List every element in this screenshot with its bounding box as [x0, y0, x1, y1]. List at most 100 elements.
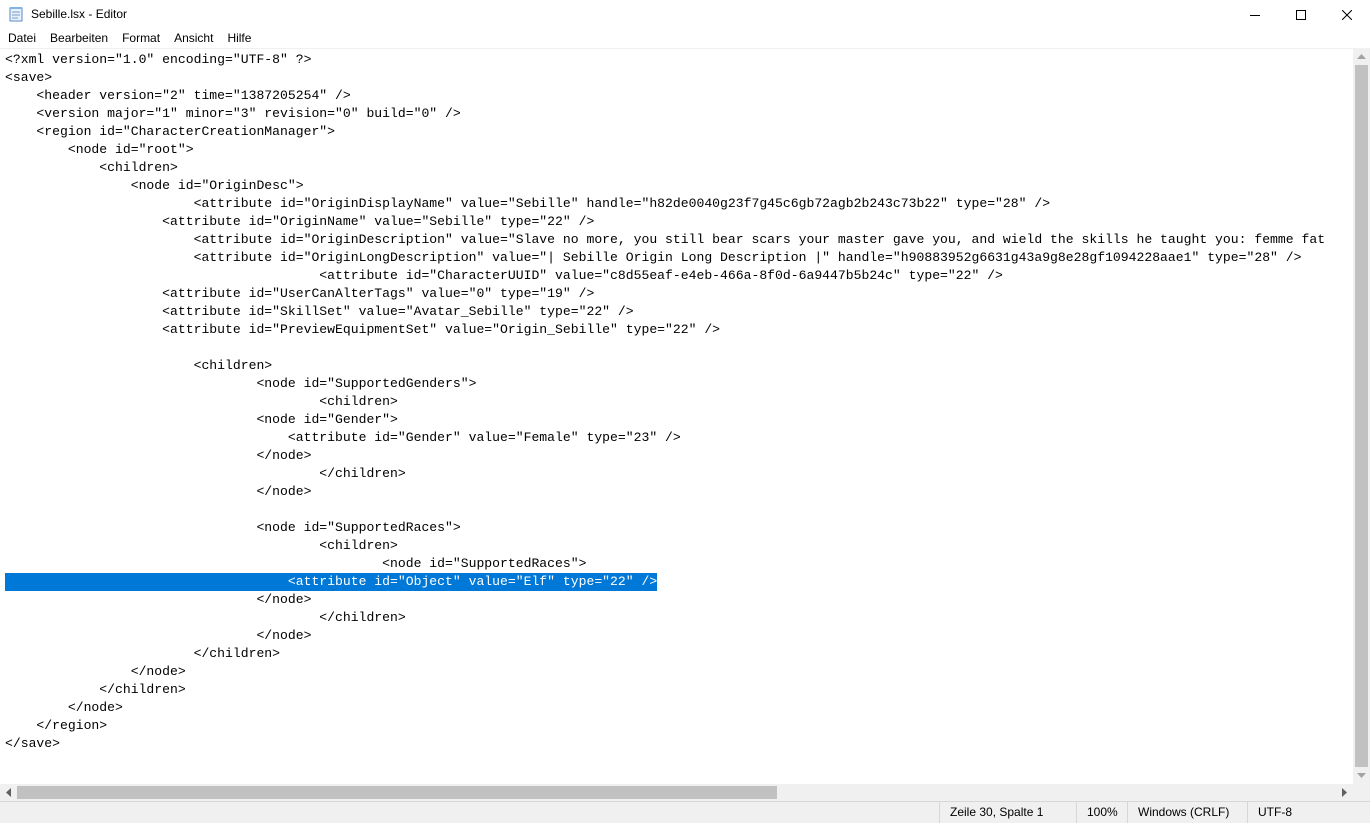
menu-datei[interactable]: Datei	[0, 29, 43, 48]
scroll-down-arrow-icon[interactable]	[1353, 767, 1370, 784]
line-text: <header version="2" time="1387205254" />	[5, 88, 351, 103]
editor-line[interactable]: </node>	[5, 447, 1325, 465]
editor-line[interactable]: <node id="Gender">	[5, 411, 1325, 429]
editor-line[interactable]: <attribute id="OriginDisplayName" value=…	[5, 195, 1325, 213]
line-text: <save>	[5, 70, 53, 85]
title-bar: Sebille.lsx - Editor	[0, 0, 1370, 29]
editor-line[interactable]: <attribute id="OriginLongDescription" va…	[5, 249, 1325, 267]
text-editor-area[interactable]: <?xml version="1.0" encoding="UTF-8" ?> <…	[0, 48, 1353, 785]
menu-bearbeiten[interactable]: Bearbeiten	[43, 29, 115, 48]
editor-line[interactable]: <attribute id="Object" value="Elf" type=…	[5, 573, 1325, 591]
editor-line[interactable]: <region id="CharacterCreationManager">	[5, 123, 1325, 141]
line-text: </node>	[5, 448, 312, 463]
scroll-up-arrow-icon[interactable]	[1353, 48, 1370, 65]
editor-line[interactable]: <?xml version="1.0" encoding="UTF-8" ?>	[5, 51, 1325, 69]
line-text: <attribute id="CharacterUUID" value="c8d…	[5, 268, 1003, 283]
editor-line[interactable]: <node id="SupportedGenders">	[5, 375, 1325, 393]
menu-ansicht[interactable]: Ansicht	[167, 29, 220, 48]
editor-line[interactable]: <save>	[5, 69, 1325, 87]
editor-line[interactable]: </children>	[5, 465, 1325, 483]
editor-line[interactable]: </children>	[5, 681, 1325, 699]
line-text: </save>	[5, 736, 61, 751]
editor-line[interactable]: <header version="2" time="1387205254" />	[5, 87, 1325, 105]
editor-line[interactable]: </node>	[5, 699, 1325, 717]
editor-text[interactable]: <?xml version="1.0" encoding="UTF-8" ?> <…	[5, 51, 1325, 753]
editor-line[interactable]: </region>	[5, 717, 1325, 735]
line-text: <attribute id="OriginLongDescription" va…	[5, 250, 1302, 265]
line-text: <node id="SupportedGenders">	[5, 376, 477, 391]
zoom-level: 100%	[1076, 802, 1127, 823]
close-icon	[1342, 9, 1352, 20]
editor-line[interactable]: </save>	[5, 735, 1325, 753]
line-text: <attribute id="PreviewEquipmentSet" valu…	[5, 322, 721, 337]
horizontal-scroll-thumb[interactable]	[17, 786, 777, 799]
editor-line[interactable]: <attribute id="PreviewEquipmentSet" valu…	[5, 321, 1325, 339]
editor-line[interactable]: </node>	[5, 591, 1325, 609]
editor-line[interactable]: <node id="SupportedRaces">	[5, 519, 1325, 537]
minimize-icon	[1250, 14, 1260, 16]
line-text: </node>	[5, 592, 312, 607]
editor-line[interactable]: <children>	[5, 159, 1325, 177]
line-text: </node>	[5, 700, 123, 715]
line-text: </children>	[5, 646, 281, 661]
line-text: </children>	[5, 682, 186, 697]
scroll-left-arrow-icon[interactable]	[0, 784, 17, 801]
vertical-scroll-thumb[interactable]	[1355, 65, 1368, 767]
cursor-position: Zeile 30, Spalte 1	[939, 802, 1076, 823]
line-text: <attribute id="OriginName" value="Sebill…	[5, 214, 595, 229]
editor-line[interactable]: ​	[5, 339, 1325, 357]
line-text: <node id="Gender">	[5, 412, 398, 427]
vertical-scrollbar[interactable]	[1353, 48, 1370, 784]
line-text: <children>	[5, 394, 398, 409]
scroll-right-arrow-icon[interactable]	[1336, 784, 1353, 801]
menu-format[interactable]: Format	[115, 29, 167, 48]
line-text: <attribute id="OriginDisplayName" value=…	[5, 196, 1051, 211]
menu-hilfe[interactable]: Hilfe	[220, 29, 258, 48]
line-text: <region id="CharacterCreationManager">	[5, 124, 336, 139]
line-text: <attribute id="Gender" value="Female" ty…	[5, 430, 681, 445]
line-text: <children>	[5, 358, 273, 373]
menu-bar: Datei Bearbeiten Format Ansicht Hilfe	[0, 29, 1370, 48]
editor-line[interactable]: </node>	[5, 483, 1325, 501]
editor-line[interactable]: ​	[5, 501, 1325, 519]
line-text: <?xml version="1.0" encoding="UTF-8" ?>	[5, 52, 312, 67]
line-text: <node id="root">	[5, 142, 194, 157]
minimize-button[interactable]	[1232, 0, 1278, 29]
editor-line[interactable]: <node id="SupportedRaces">	[5, 555, 1325, 573]
line-text: </region>	[5, 718, 108, 733]
window-title: Sebille.lsx - Editor	[31, 7, 128, 21]
editor-line[interactable]: <node id="root">	[5, 141, 1325, 159]
line-text: </node>	[5, 484, 312, 499]
line-text: </children>	[5, 466, 406, 481]
close-button[interactable]	[1324, 0, 1370, 29]
editor-line[interactable]: <attribute id="OriginName" value="Sebill…	[5, 213, 1325, 231]
maximize-button[interactable]	[1278, 0, 1324, 29]
editor-line[interactable]: <children>	[5, 393, 1325, 411]
encoding: UTF-8	[1247, 802, 1370, 823]
horizontal-scrollbar[interactable]	[0, 784, 1353, 801]
line-text: <node id="SupportedRaces">	[5, 556, 587, 571]
line-text: </node>	[5, 628, 312, 643]
editor-line[interactable]: <attribute id="Gender" value="Female" ty…	[5, 429, 1325, 447]
editor-line[interactable]: <node id="OriginDesc">	[5, 177, 1325, 195]
editor-line[interactable]: </children>	[5, 609, 1325, 627]
editor-line[interactable]: <attribute id="UserCanAlterTags" value="…	[5, 285, 1325, 303]
line-text: <node id="OriginDesc">	[5, 178, 304, 193]
editor-line[interactable]: <version major="1" minor="3" revision="0…	[5, 105, 1325, 123]
line-text: <attribute id="UserCanAlterTags" value="…	[5, 286, 595, 301]
editor-line[interactable]: <children>	[5, 357, 1325, 375]
line-text: <node id="SupportedRaces">	[5, 520, 461, 535]
status-bar: Zeile 30, Spalte 1 100% Windows (CRLF) U…	[0, 801, 1370, 823]
line-text: </node>	[5, 664, 186, 679]
editor-line[interactable]: </node>	[5, 627, 1325, 645]
editor-line[interactable]: </children>	[5, 645, 1325, 663]
line-ending: Windows (CRLF)	[1127, 802, 1247, 823]
editor-line[interactable]: <attribute id="SkillSet" value="Avatar_S…	[5, 303, 1325, 321]
scrollbar-corner	[1353, 784, 1370, 801]
editor-line[interactable]: <attribute id="OriginDescription" value=…	[5, 231, 1326, 249]
editor-line[interactable]: <attribute id="CharacterUUID" value="c8d…	[5, 267, 1325, 285]
editor-line[interactable]: <children>	[5, 537, 1325, 555]
line-text: <attribute id="SkillSet" value="Avatar_S…	[5, 304, 634, 319]
editor-line[interactable]: </node>	[5, 663, 1325, 681]
line-text: </children>	[5, 610, 406, 625]
